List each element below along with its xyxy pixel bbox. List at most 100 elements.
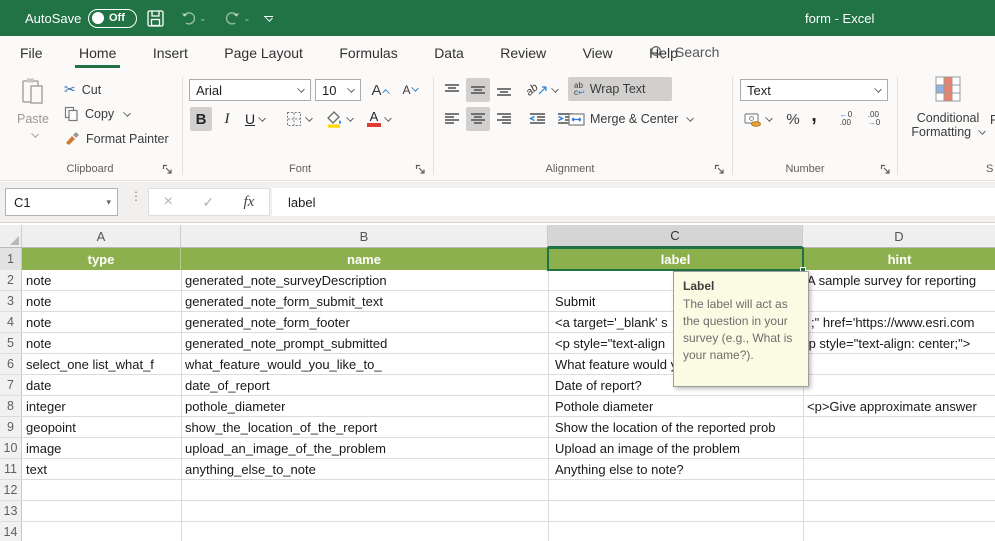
row-number[interactable]: 10 [0,438,22,458]
center-button[interactable] [466,107,490,131]
clipboard-dialog-launcher[interactable] [162,162,174,174]
cell-type-3[interactable]: note [26,291,51,312]
row-number[interactable]: 11 [0,459,22,479]
customize-qat-button[interactable] [264,0,273,36]
tab-data[interactable]: Data [432,36,466,68]
row-number[interactable]: 2 [0,270,22,290]
cell-hint-4[interactable]: ;" href='https://www.esri.com [811,312,975,333]
fill-color-dropdown-icon[interactable] [346,114,354,122]
formula-input[interactable]: label [272,188,995,216]
cell-type-8[interactable]: integer [26,396,66,417]
bottom-align-button[interactable] [492,78,516,102]
accounting-format-button[interactable] [740,107,776,131]
cell-name-6[interactable]: what_feature_would_you_like_to_ [185,354,382,375]
cell-name-9[interactable]: show_the_location_of_the_report [185,417,377,438]
row-number[interactable]: 3 [0,291,22,311]
paste-dropdown-icon[interactable] [31,130,39,138]
cell-name-11[interactable]: anything_else_to_note [185,459,316,480]
number-dialog-launcher[interactable] [880,162,892,174]
conditional-formatting-button[interactable]: Conditional Formatting [908,75,988,139]
cell-type-10[interactable]: image [26,438,61,459]
tab-review[interactable]: Review [498,36,548,68]
name-box[interactable]: C1 ▾ [5,188,118,216]
cell-b1[interactable]: name [181,248,548,270]
cell-hint-2[interactable]: A sample survey for reporting [807,270,976,291]
cell-name-10[interactable]: upload_an_image_of_the_problem [185,438,386,459]
font-dialog-launcher[interactable] [415,162,427,174]
tab-formulas[interactable]: Formulas [337,36,399,68]
decrease-decimal-button[interactable]: .00→0 [862,107,886,131]
cell-type-6[interactable]: select_one list_what_f [26,354,154,375]
cell-label-5[interactable]: <p style="text-align [555,333,665,354]
autosave-toggle[interactable]: Off [88,0,137,36]
cell-name-2[interactable]: generated_note_surveyDescription [185,270,387,291]
orientation-button[interactable]: ab [524,78,560,102]
tab-home[interactable]: Home [77,36,118,68]
name-box-dropdown-icon[interactable]: ▾ [106,197,117,208]
cell-type-5[interactable]: note [26,333,51,354]
borders-dropdown-icon[interactable] [305,114,313,122]
row-number[interactable]: 14 [0,522,22,541]
cell-type-4[interactable]: note [26,312,51,333]
merge-center-button[interactable]: Merge & Center [568,107,726,131]
cell-name-3[interactable]: generated_note_form_submit_text [185,291,383,312]
bold-button[interactable]: B [190,107,212,131]
row-number[interactable]: 7 [0,375,22,395]
cell-label-3[interactable]: Submit [555,291,595,312]
row-number[interactable]: 8 [0,396,22,416]
tab-file[interactable]: File [18,36,45,68]
tab-page-layout[interactable]: Page Layout [222,36,305,68]
format-painter-button[interactable]: Format Painter [64,131,169,147]
row-number[interactable]: 12 [0,480,22,500]
cell-label-9[interactable]: Show the location of the reported prob [555,417,775,438]
font-color-button[interactable]: A [362,107,396,131]
cell-label-7[interactable]: Date of report? [555,375,642,396]
underline-button[interactable]: U [240,107,270,131]
font-size-combo[interactable]: 10 [315,79,361,101]
cell-a1[interactable]: type [22,248,181,270]
borders-button[interactable] [283,107,315,131]
enter-icon[interactable]: ✓ [202,194,214,211]
cell-name-4[interactable]: generated_note_form_footer [185,312,350,333]
conditional-formatting-dropdown-icon[interactable] [978,127,986,135]
accounting-dropdown-icon[interactable] [765,114,773,122]
row-number[interactable]: 5 [0,333,22,353]
cell-name-5[interactable]: generated_note_prompt_submitted [185,333,387,354]
redo-button[interactable]: ⌄ [224,0,251,36]
redo-dropdown-icon[interactable]: ⌄ [243,13,251,24]
cut-button[interactable]: ✂ Cut [64,81,101,98]
cell-label-4[interactable]: <a target='_blank' s [555,312,668,333]
cell-hint-8[interactable]: <p>Give approximate answer [807,396,977,417]
column-header-c[interactable]: C [548,225,803,248]
cell-label-10[interactable]: Upload an image of the problem [555,438,740,459]
undo-button[interactable]: ⌄ [180,0,207,36]
top-align-button[interactable] [440,78,464,102]
row-number[interactable]: 13 [0,501,22,521]
cell-type-7[interactable]: date [26,375,51,396]
align-left-button[interactable] [440,107,464,131]
column-header-a[interactable]: A [22,225,181,248]
paste-button[interactable]: Paste [10,77,56,157]
number-format-combo[interactable]: Text [740,79,888,101]
cell-name-8[interactable]: pothole_diameter [185,396,285,417]
row-number[interactable]: 4 [0,312,22,332]
select-all-button[interactable] [0,225,22,248]
undo-dropdown-icon[interactable]: ⌄ [199,13,207,24]
save-button[interactable] [146,0,165,36]
decrease-font-size-button[interactable]: A [398,78,422,102]
alignment-dialog-launcher[interactable] [714,162,726,174]
tab-insert[interactable]: Insert [151,36,190,68]
cell-type-2[interactable]: note [26,270,51,291]
merge-center-dropdown-icon[interactable] [686,114,694,122]
insert-function-icon[interactable]: fx [243,194,254,211]
cell-c1-selected[interactable]: label [548,248,803,270]
increase-decimal-button[interactable]: ←0.00 [834,107,858,131]
cell-d1[interactable]: hint [803,248,995,270]
cell-hint-5[interactable]: <p style="text-align: center;"> [801,333,970,354]
increase-font-size-button[interactable]: A [368,78,392,102]
cell-type-11[interactable]: text [26,459,47,480]
tab-view[interactable]: View [581,36,615,68]
font-color-dropdown-icon[interactable] [384,114,392,122]
comma-style-button[interactable]: , [806,103,822,127]
row-number[interactable]: 1 [0,248,22,270]
